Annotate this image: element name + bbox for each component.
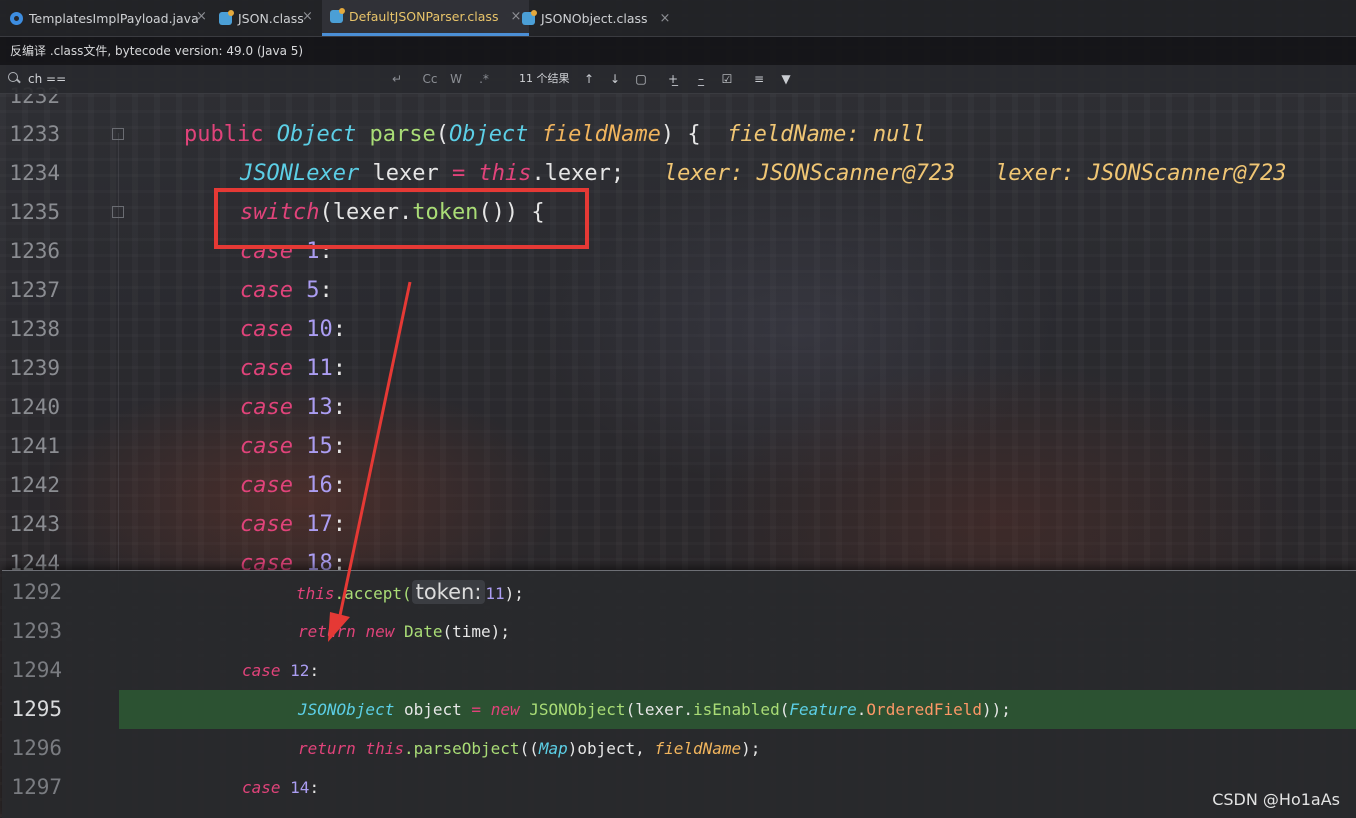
watermark: CSDN @Ho1aAs [1212,790,1340,809]
annotation-arrow [328,281,412,642]
